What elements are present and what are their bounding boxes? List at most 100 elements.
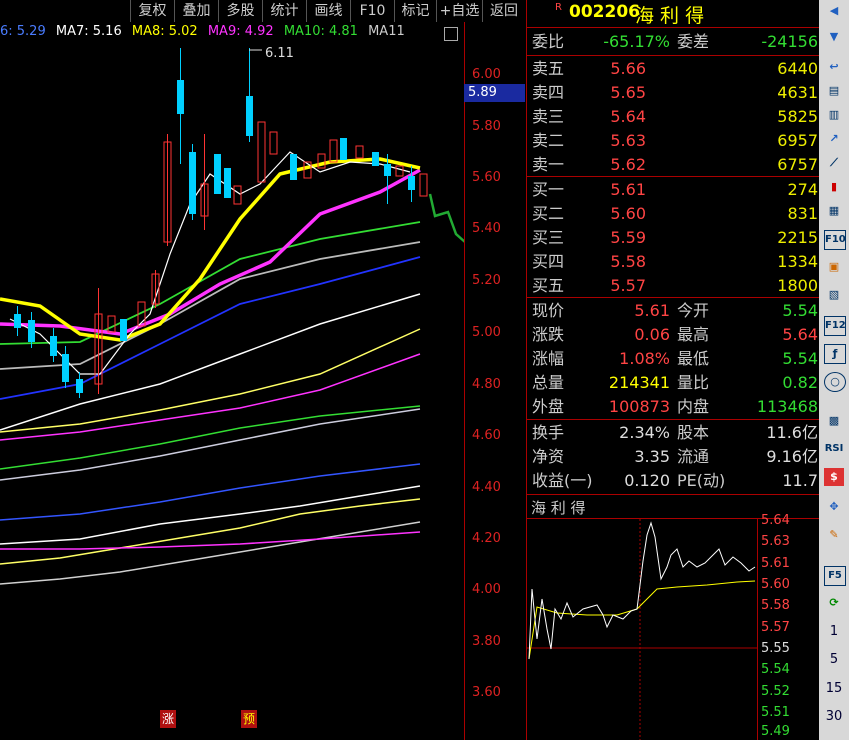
mini-y-tick: 5.55 — [761, 641, 790, 656]
pencil-icon[interactable]: ✎ — [824, 526, 844, 544]
ask-row[interactable]: 卖二 5.63 6957 — [527, 129, 820, 153]
bid-label: 买一 — [532, 180, 565, 199]
ma-line-gray-low — [0, 521, 421, 585]
y-tick: 5.40 — [472, 221, 501, 236]
bid-row[interactable]: 买二 5.60 831 — [527, 202, 820, 226]
mini-y-tick: 5.57 — [761, 620, 790, 635]
y-tick: 5.80 — [472, 119, 501, 134]
overlay-button[interactable]: 叠加 — [174, 0, 218, 22]
refresh-icon[interactable]: ⟳ — [824, 594, 844, 612]
stat-row: 涨跌 0.06 最高 5.64 — [527, 323, 820, 347]
ask-price: 5.62 — [610, 155, 646, 174]
circle-icon[interactable]: ○ — [824, 372, 846, 392]
y-tick: 3.80 — [472, 634, 501, 649]
stock-name: 海 利 得 — [635, 5, 705, 27]
y-tick: 4.40 — [472, 480, 501, 495]
ask-row[interactable]: 卖一 5.62 6757 — [527, 153, 820, 177]
kline-chart[interactable] — [0, 44, 464, 740]
period-1-button[interactable]: 1 — [819, 624, 849, 639]
stat-value: 0.06 — [634, 325, 670, 344]
add-watchlist-button[interactable]: +自选 — [436, 0, 482, 22]
y-tick: 4.00 — [472, 582, 501, 597]
y-tick: 5.60 — [472, 170, 501, 185]
mini-chart-title: 海 利 得 — [531, 499, 586, 517]
doc-icon[interactable]: ▧ — [824, 286, 844, 304]
f10-button[interactable]: F10 — [350, 0, 394, 22]
stat-label: 外盘 — [532, 397, 565, 416]
kline-icon[interactable]: ▥ — [824, 106, 844, 124]
period-15-button[interactable]: 15 — [819, 681, 849, 696]
current-price-tag: 5.89 — [464, 84, 525, 102]
weicha-label: 委差 — [677, 32, 710, 51]
dollar-icon[interactable]: $ — [824, 468, 844, 486]
up-arrow-icon[interactable]: ◀ — [824, 2, 844, 20]
chart-icon[interactable]: ▩ — [824, 412, 844, 430]
bid-volume: 1334 — [777, 252, 818, 271]
bid-row[interactable]: 买五 5.57 1800 — [527, 274, 820, 298]
candle-icon[interactable]: ▮ — [824, 178, 844, 196]
high-annotation: 6.11 — [265, 46, 294, 61]
stat-label: 净资 — [532, 447, 565, 466]
stat-value: 5.64 — [782, 325, 818, 344]
stat-label: 股本 — [677, 423, 710, 442]
ma-legend: 6: 5.29 MA7: 5.16 MA8: 5.02 MA9: 4.92 MA… — [0, 24, 411, 44]
draw-line-button[interactable]: 画线 — [306, 0, 350, 22]
f12-icon[interactable]: F12 — [824, 316, 846, 336]
ask-row[interactable]: 卖五 5.66 6440 — [527, 57, 820, 81]
move-icon[interactable]: ✥ — [824, 498, 844, 516]
rise-marker[interactable]: 涨 — [160, 710, 176, 728]
bid-label: 买三 — [532, 228, 565, 247]
stat-value: 100873 — [608, 397, 670, 416]
minute-chart-icon[interactable]: ▤ — [824, 82, 844, 100]
formula-icon[interactable]: ƒ — [824, 344, 846, 364]
fundamental-row: 换手 2.34% 股本 11.6亿 — [527, 421, 820, 445]
bid-row[interactable]: 买一 5.61 274 — [527, 178, 820, 202]
fundamental-row: 净资 3.35 流通 9.16亿 — [527, 445, 820, 469]
fuquan-button[interactable]: 复权 — [130, 0, 174, 22]
stat-label: 涨跌 — [532, 325, 565, 344]
ask-price: 5.63 — [610, 131, 646, 150]
f5-icon[interactable]: F5 — [824, 566, 846, 586]
stat-label: 量比 — [677, 373, 710, 392]
back-button[interactable]: 返回 — [482, 0, 525, 22]
down-arrow-icon[interactable]: ▼ — [824, 28, 844, 46]
ma6-label: 6: 5.29 — [0, 24, 46, 39]
stat-value: 5.54 — [782, 349, 818, 368]
divider — [527, 419, 820, 420]
mini-y-tick: 5.54 — [761, 662, 790, 677]
intraday-mini-chart[interactable] — [527, 519, 757, 740]
period-5-button[interactable]: 5 — [819, 652, 849, 667]
y-tick: 3.60 — [472, 685, 501, 700]
table-icon[interactable]: ▦ — [824, 202, 844, 220]
statistics-button[interactable]: 统计 — [262, 0, 306, 22]
ask-row[interactable]: 卖四 5.65 4631 — [527, 81, 820, 105]
return-icon[interactable]: ↩ — [824, 58, 844, 76]
forecast-marker[interactable]: 预 — [241, 710, 257, 728]
ask-row[interactable]: 卖三 5.64 5825 — [527, 105, 820, 129]
bid-row[interactable]: 买四 5.58 1334 — [527, 250, 820, 274]
bid-price: 5.57 — [610, 276, 646, 295]
mark-button[interactable]: 标记 — [394, 0, 436, 22]
bid-price: 5.60 — [610, 204, 646, 223]
stat-label: 最高 — [677, 325, 710, 344]
divider — [527, 494, 820, 495]
stat-value: 2.34% — [619, 423, 670, 442]
ask-price: 5.64 — [610, 107, 646, 126]
bid-price: 5.58 — [610, 252, 646, 271]
weibi-label: 委比 — [532, 32, 565, 51]
f10-icon[interactable]: F10 — [824, 230, 846, 250]
y-tick: 4.60 — [472, 428, 501, 443]
legend-toggle-icon[interactable] — [444, 27, 458, 41]
multi-stock-button[interactable]: 多股 — [218, 0, 262, 22]
divider — [527, 297, 820, 298]
rsi-icon[interactable]: RSI — [824, 440, 844, 458]
stat-row: 总量 214341 量比 0.82 — [527, 371, 820, 395]
trend-icon[interactable]: ↗ — [824, 130, 844, 148]
period-30-button[interactable]: 30 — [819, 709, 849, 724]
stat-value: 3.35 — [634, 447, 670, 466]
bid-row[interactable]: 买三 5.59 2215 — [527, 226, 820, 250]
line-chart-icon[interactable]: ⟋ — [824, 154, 844, 172]
candles — [14, 48, 428, 398]
info-icon[interactable]: ▣ — [824, 258, 844, 276]
ask-volume: 4631 — [777, 83, 818, 102]
